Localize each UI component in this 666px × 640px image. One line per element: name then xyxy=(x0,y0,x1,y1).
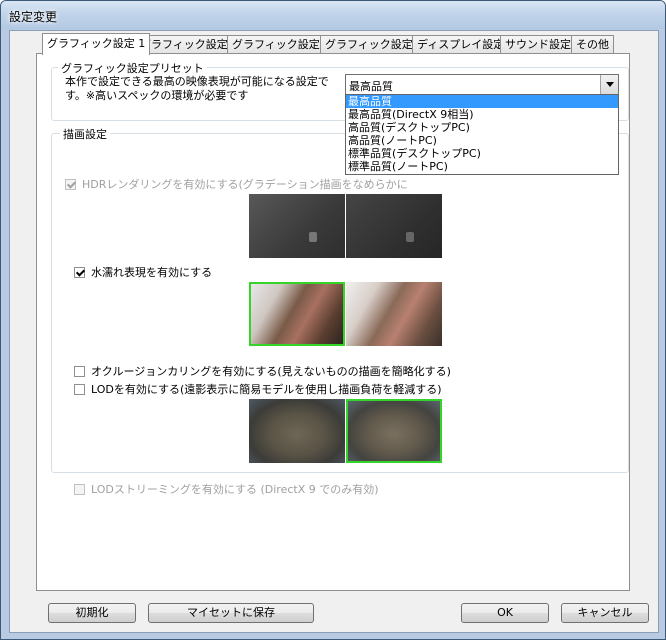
hdr-checkbox[interactable]: HDRレンダリングを有効にする(グラデーション描画をなめらかに xyxy=(65,176,408,192)
tab-display[interactable]: ディスプレイ設定 xyxy=(412,35,510,54)
wet-preview-off xyxy=(346,282,442,346)
preset-option-highest-dx9[interactable]: 最高品質(DirectX 9相当) xyxy=(346,108,618,121)
hdr-checkbox-label: HDRレンダリングを有効にする(グラデーション描画をなめらかに xyxy=(82,178,408,191)
preset-description-line1: 本作で設定できる最高の映像表現が可能になる設定で xyxy=(65,75,329,88)
ok-button[interactable]: OK xyxy=(461,603,549,623)
wet-preview-on xyxy=(249,282,345,346)
lod-checkbox[interactable]: LODを有効にする(遠影表示に簡易モデルを使用し描画負荷を軽減する) xyxy=(74,381,442,397)
preset-option-high-notebook[interactable]: 高品質(ノートPC) xyxy=(346,134,618,147)
tab-graphics-1[interactable]: グラフィック設定 1 xyxy=(42,33,151,55)
hdr-checkbox-box xyxy=(65,178,76,190)
render-settings-label: 描画設定 xyxy=(60,126,110,142)
reset-button[interactable]: 初期化 xyxy=(48,603,136,623)
dialog-client-area: グラフィック設定 1 グラフィック設定 2 グラフィック設定 3 グラフィック設… xyxy=(9,30,659,633)
occlusion-culling-checkbox-label: オクルージョンカリングを有効にする(見えないものの描画を簡略化する) xyxy=(91,365,451,378)
lod-checkbox-box xyxy=(74,383,85,395)
hdr-preview-off xyxy=(249,194,345,258)
preset-select[interactable]: 最高品質 xyxy=(345,74,619,95)
occlusion-culling-checkbox-box xyxy=(74,365,85,377)
wet-surface-checkbox-label: 水濡れ表現を有効にする xyxy=(91,266,213,279)
tab-sound[interactable]: サウンド設定 xyxy=(500,35,576,54)
preset-option-highest[interactable]: 最高品質 xyxy=(346,95,618,108)
preset-option-standard-desktop[interactable]: 標準品質(デスクトップPC) xyxy=(346,147,618,160)
preset-option-high-desktop[interactable]: 高品質(デスクトップPC) xyxy=(346,121,618,134)
wet-surface-checkbox-box xyxy=(74,266,85,278)
preset-dropdown-list: 最高品質 最高品質(DirectX 9相当) 高品質(デスクトップPC) 高品質… xyxy=(345,94,619,175)
tab-panel-graphics-1: グラフィック設定プリセット 本作で設定できる最高の映像表現が可能になる設定で す… xyxy=(36,53,630,591)
save-preset-button[interactable]: マイセットに保存 xyxy=(148,603,314,623)
preset-option-standard-notebook[interactable]: 標準品質(ノートPC) xyxy=(346,160,618,173)
hdr-preview-on xyxy=(346,194,442,258)
settings-window: 設定変更 グラフィック設定 1 グラフィック設定 2 グラフィック設定 3 グラ… xyxy=(0,0,666,640)
cancel-button[interactable]: キャンセル xyxy=(561,603,649,623)
title-bar[interactable]: 設定変更 xyxy=(1,1,665,29)
tab-other[interactable]: その他 xyxy=(571,35,614,54)
preset-group-label: グラフィック設定プリセット xyxy=(58,60,207,76)
lod-preview-on xyxy=(346,399,442,463)
lod-streaming-checkbox-box xyxy=(74,483,85,495)
lod-preview-off xyxy=(249,399,345,463)
window-title: 設定変更 xyxy=(9,10,58,24)
preset-description-line2: す。※高いスペックの環境が必要です xyxy=(65,89,249,102)
wet-surface-checkbox[interactable]: 水濡れ表現を有効にする xyxy=(74,264,212,280)
lod-streaming-checkbox[interactable]: LODストリーミングを有効にする (DirectX 9 でのみ有効) xyxy=(74,481,379,497)
occlusion-culling-checkbox[interactable]: オクルージョンカリングを有効にする(見えないものの描画を簡略化する) xyxy=(74,363,451,379)
preset-selected-value: 最高品質 xyxy=(349,80,393,93)
chevron-down-icon[interactable] xyxy=(600,75,618,94)
lod-checkbox-label: LODを有効にする(遠影表示に簡易モデルを使用し描画負荷を軽減する) xyxy=(91,383,442,396)
lod-streaming-checkbox-label: LODストリーミングを有効にする (DirectX 9 でのみ有効) xyxy=(91,483,379,496)
